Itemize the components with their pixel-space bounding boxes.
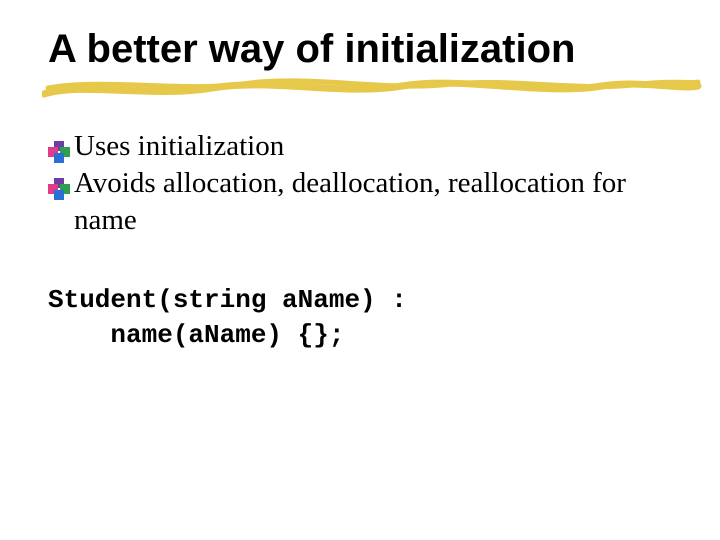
decorative-bullet-icon — [48, 136, 70, 158]
slide-title: A better way of initialization — [48, 28, 680, 70]
title-underline — [48, 78, 680, 102]
bullet-list: Uses initialization Avoids allocation, d… — [48, 128, 680, 239]
scribble-underline-icon — [42, 74, 702, 102]
list-item: Avoids allocation, deallocation, realloc… — [48, 165, 680, 239]
bullet-text: Uses initialization — [74, 128, 680, 165]
bullet-text: Avoids allocation, deallocation, realloc… — [74, 165, 680, 239]
decorative-bullet-icon — [48, 173, 70, 195]
list-item: Uses initialization — [48, 128, 680, 165]
code-block: Student(string aName) : name(aName) {}; — [48, 283, 680, 353]
slide: A better way of initialization Uses init… — [0, 0, 720, 540]
